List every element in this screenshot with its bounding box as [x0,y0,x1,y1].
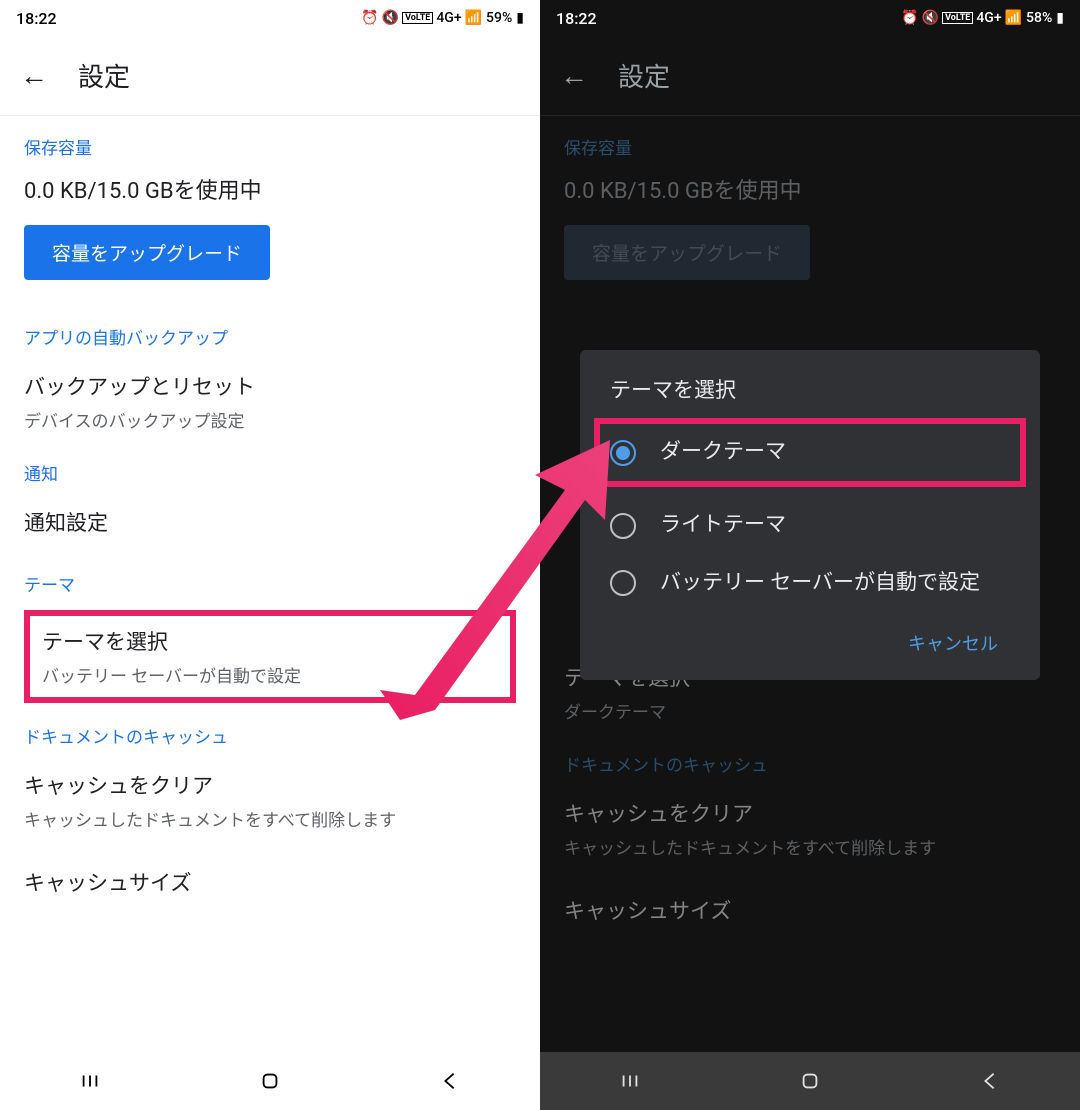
theme-title: テーマを選択 [42,626,498,656]
signal-icon: 📶 [1005,10,1022,26]
notif-title: 通知設定 [24,507,516,537]
radio-selected-icon [610,440,636,466]
backup-subtitle: デバイスのバックアップ設定 [24,407,516,432]
backup-header: アプリの自動バックアップ [24,324,516,349]
app-title: 設定 [78,57,130,94]
theme-dialog: テーマを選択 ダークテーマ ライトテーマ バッテリー セーバーが自動で設定 キャ… [580,350,1040,680]
app-title: 設定 [618,57,670,94]
cachesize-item[interactable]: キャッシュサイズ [24,859,516,911]
back-icon[interactable] [438,1069,462,1093]
storage-header: 保存容量 [564,134,1056,159]
backup-title: バックアップとリセット [24,371,516,401]
back-arrow-icon[interactable]: ← [20,59,48,92]
battery-icon: ▮ [1056,10,1064,26]
notif-header: 通知 [24,460,516,485]
cache-header: ドキュメントのキャッシュ [24,723,516,748]
status-icons: ⏰ 🔇 VoLTE 4G+ 📶 [361,10,482,26]
backup-item[interactable]: バックアップとリセット デバイスのバックアップ設定 [24,363,516,440]
status-right: ⏰ 🔇 VoLTE 4G+ 📶 58% ▮ [901,10,1064,26]
alarm-icon: ⏰ [361,10,378,26]
radio-label: バッテリー セーバーが自動で設定 [660,569,980,598]
cache-item[interactable]: キャッシュをクリア キャッシュしたドキュメントをすべて削除します [24,762,516,839]
app-bar-dark: ← 設定 [540,36,1080,116]
cache-subtitle: キャッシュしたドキュメントをすべて削除します [564,834,1056,859]
storage-text: 0.0 KB/15.0 GBを使用中 [564,173,1056,205]
back-icon[interactable] [978,1069,1002,1093]
cache-item[interactable]: キャッシュをクリア キャッシュしたドキュメントをすべて削除します [564,790,1056,867]
battery-text: 59% [486,10,512,26]
light-panel: 18:22 ⏰ 🔇 VoLTE 4G+ 📶 59% ▮ ← 設定 保存容量 0.… [0,0,540,1110]
nav-bar [0,1052,540,1110]
status-icons: ⏰ 🔇 VoLTE 4G+ 📶 [901,10,1022,26]
radio-battery-theme[interactable]: バッテリー セーバーが自動で設定 [600,555,1020,612]
status-right: ⏰ 🔇 VoLTE 4G+ 📶 59% ▮ [361,10,524,26]
cache-title: キャッシュをクリア [24,770,516,800]
status-time: 18:22 [16,9,57,28]
alarm-icon: ⏰ [901,10,918,26]
mute-icon: 🔇 [922,10,939,26]
radio-label: ライトテーマ [660,511,786,540]
radio-unselected-icon [610,513,636,539]
cachesize-title: キャッシュサイズ [564,895,1056,925]
dark-panel: 18:22 ⏰ 🔇 VoLTE 4G+ 📶 58% ▮ ← 設定 保存容量 0.… [540,0,1080,1110]
status-bar: 18:22 ⏰ 🔇 VoLTE 4G+ 📶 59% ▮ [0,0,540,36]
upgrade-button[interactable]: 容量をアップグレード [24,225,270,280]
radio-unselected-icon [610,570,636,596]
upgrade-button[interactable]: 容量をアップグレード [564,225,810,280]
mute-icon: 🔇 [382,10,399,26]
cache-header: ドキュメントのキャッシュ [564,751,1056,776]
cache-title: キャッシュをクリア [564,798,1056,828]
signal-icon: 📶 [465,10,482,26]
dialog-actions: キャンセル [600,612,1020,664]
theme-subtitle: バッテリー セーバーが自動で設定 [42,662,498,687]
theme-highlight[interactable]: テーマを選択 バッテリー セーバーが自動で設定 [24,610,516,703]
battery-icon: ▮ [516,10,524,26]
theme-subtitle-dark: ダークテーマ [564,698,1056,723]
volte-icon: VoLTE [942,12,973,24]
volte-icon: VoLTE [402,12,433,24]
nav-bar-dark [540,1052,1080,1110]
settings-content: 保存容量 0.0 KB/15.0 GBを使用中 容量をアップグレード アプリの自… [0,116,540,949]
dialog-title: テーマを選択 [600,374,1020,404]
app-bar: ← 設定 [0,36,540,116]
home-icon[interactable] [258,1069,282,1093]
battery-text: 58% [1026,10,1052,26]
back-arrow-icon[interactable]: ← [560,59,588,92]
radio-dark-theme[interactable]: ダークテーマ [594,418,1026,487]
recent-apps-icon[interactable] [618,1069,642,1093]
cachesize-item[interactable]: キャッシュサイズ [564,887,1056,939]
storage-text: 0.0 KB/15.0 GBを使用中 [24,173,516,205]
cancel-button[interactable]: キャンセル [896,622,1010,664]
cachesize-title: キャッシュサイズ [24,867,516,897]
theme-header: テーマ [24,571,516,596]
radio-light-theme[interactable]: ライトテーマ [600,497,1020,554]
network-icon: 4G+ [436,10,461,26]
home-icon[interactable] [798,1069,822,1093]
recent-apps-icon[interactable] [78,1069,102,1093]
radio-label: ダークテーマ [660,438,786,467]
status-time: 18:22 [556,9,597,28]
storage-header: 保存容量 [24,134,516,159]
notif-item[interactable]: 通知設定 [24,499,516,551]
network-icon: 4G+ [976,10,1001,26]
status-bar-dark: 18:22 ⏰ 🔇 VoLTE 4G+ 📶 58% ▮ [540,0,1080,36]
cache-subtitle: キャッシュしたドキュメントをすべて削除します [24,806,516,831]
